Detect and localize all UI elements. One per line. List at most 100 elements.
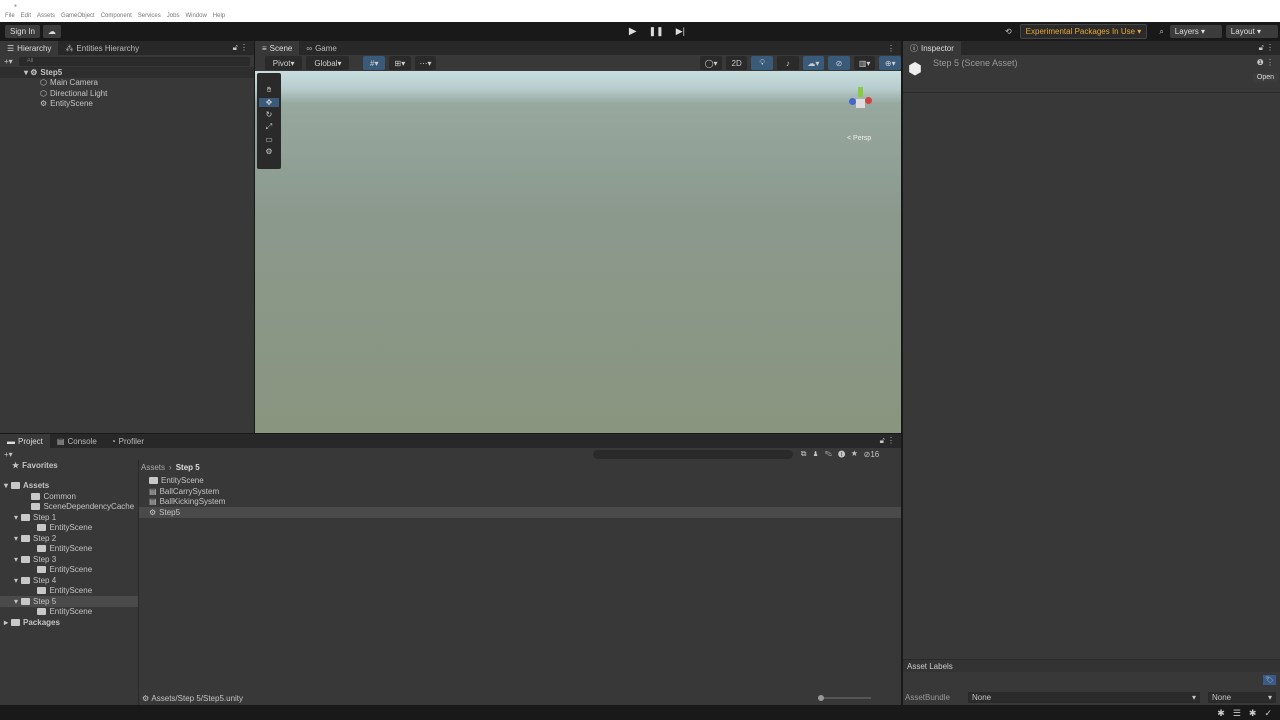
hierarchy-search-input[interactable]	[18, 56, 250, 66]
project-search-input[interactable]	[592, 449, 793, 459]
favorites-item[interactable]: ★ Favorites	[0, 460, 138, 471]
breadcrumb-step5[interactable]: Step 5	[176, 463, 200, 472]
persp-label[interactable]: < Persp	[847, 135, 871, 142]
project-tree-item[interactable]: ▾ Step 5	[0, 596, 138, 607]
scene-viewport[interactable]: ✋︎ ✥ ↻ ⤢ ▭ ⚙ < Persp	[255, 71, 901, 433]
debug-icon[interactable]: ✱	[1249, 708, 1257, 719]
step-icon[interactable]: ▶|	[676, 26, 685, 37]
menu-window[interactable]: Window	[185, 13, 206, 20]
orientation-gizmo[interactable]	[845, 87, 875, 117]
hierarchy-item[interactable]: ⬡ Main Camera	[0, 78, 254, 89]
tab-game[interactable]: ∞ Game	[299, 41, 344, 55]
menu-services[interactable]: Services	[138, 13, 161, 20]
hierarchy-item[interactable]: ⬡ Directional Light	[0, 88, 254, 99]
project-tree-item[interactable]: EntityScene	[0, 565, 138, 576]
mode-2d-button[interactable]: 2D	[725, 56, 748, 70]
hand-tool-icon[interactable]: ✋︎	[267, 85, 272, 95]
project-tree-item[interactable]: EntityScene	[0, 523, 138, 534]
menu-component[interactable]: Component	[101, 13, 132, 20]
audio-icon[interactable]: ♪	[777, 56, 799, 70]
tab-console[interactable]: ▤ Console	[50, 434, 104, 448]
play-icon[interactable]: ▶	[629, 26, 637, 37]
project-tree-item[interactable]: ▾ Step 2	[0, 533, 138, 544]
add-icon[interactable]: +▾	[4, 450, 13, 459]
project-tree-item[interactable]: ▾ Step 3	[0, 554, 138, 565]
tab-label: Project	[18, 436, 43, 446]
menu-assets[interactable]: Assets	[37, 13, 55, 20]
menu-help[interactable]: Help	[213, 13, 225, 20]
cloud-icon[interactable]: ☁	[42, 25, 61, 38]
menu-file[interactable]: File	[5, 13, 15, 20]
hidden-icon[interactable]: ⊘	[828, 56, 850, 70]
scene-file-icon: ⚙	[142, 693, 150, 703]
project-file[interactable]: ▤ BallKickingSystem	[139, 497, 901, 508]
breadcrumb-assets[interactable]: Assets	[141, 463, 165, 472]
packages-item[interactable]: ▸ Packages	[0, 617, 138, 628]
tab-profiler[interactable]: ◔ Profiler	[104, 434, 151, 448]
project-tree-item[interactable]: SceneDependencyCache	[0, 502, 138, 513]
gizmos-icon[interactable]: ⊕▾	[879, 56, 902, 70]
menu-jobs[interactable]: Jobs	[167, 13, 180, 20]
grid-icon[interactable]: #▾	[363, 56, 386, 70]
check-icon[interactable]: ✓	[1264, 708, 1272, 719]
effects-icon[interactable]: ☁▾	[802, 56, 825, 70]
layers-dropdown[interactable]: Layers ▾	[1169, 25, 1222, 38]
icon-size-slider[interactable]	[818, 695, 871, 701]
rotate-tool-icon[interactable]: ↻	[266, 110, 273, 119]
project-file[interactable]: EntityScene	[139, 476, 901, 487]
project-tree-item[interactable]: Common	[0, 491, 138, 502]
add-icon[interactable]: +▾	[4, 57, 13, 66]
lock-icon[interactable]: 🔓︎ ⋮	[880, 436, 895, 446]
snap-icon[interactable]: ⊞▾	[389, 56, 411, 70]
tab-scene[interactable]: ≡ Scene	[255, 41, 300, 55]
folder-icon	[37, 587, 47, 595]
scale-tool-icon[interactable]: ⤢	[266, 122, 272, 132]
project-tree-item[interactable]: ▾ Step 1	[0, 512, 138, 523]
menu-gameobject[interactable]: GameObject	[61, 13, 95, 20]
filter-icons[interactable]: ⧉♟✎❶★	[801, 449, 864, 459]
hidden-packages-icon[interactable]: ⊘16	[864, 450, 880, 459]
assets-item[interactable]: ▾ Assets	[0, 481, 138, 492]
scene-row[interactable]: ▾ ⚙ Step5	[0, 67, 254, 78]
global-dropdown[interactable]: Global ▾	[306, 56, 350, 70]
lock-icon[interactable]: 🔓︎ ⋮	[233, 43, 248, 53]
project-tree-item[interactable]: EntityScene	[0, 607, 138, 618]
variant-dropdown[interactable]: None ▾	[1208, 691, 1276, 703]
project-file[interactable]: ⚙ Step5	[139, 507, 901, 518]
history-icon[interactable]: ⟲	[1005, 27, 1012, 36]
help-icon[interactable]: ❶ ⋮	[1257, 58, 1274, 67]
pause-icon[interactable]: ❚❚	[649, 26, 664, 37]
pivot-dropdown[interactable]: Pivot ▾	[265, 56, 303, 70]
move-tool-icon[interactable]: ✥	[259, 98, 279, 107]
folder-icon	[21, 555, 31, 563]
project-tree-item[interactable]: EntityScene	[0, 586, 138, 597]
lighting-icon[interactable]: 💡︎	[751, 56, 774, 70]
tab-project[interactable]: ▬ Project	[0, 434, 50, 448]
tab-entities-hierarchy[interactable]: ⁂ Entities Hierarchy	[58, 41, 146, 55]
tab-hierarchy[interactable]: ☰ Hierarchy	[0, 41, 59, 55]
rect-tool-icon[interactable]: ▭	[265, 135, 273, 144]
item-label: Step 4	[33, 575, 57, 585]
hierarchy-tabs: ☰ Hierarchy ⁂ Entities Hierarchy 🔓︎ ⋮	[0, 41, 254, 55]
hierarchy-item[interactable]: ⚙ EntityScene	[0, 99, 254, 110]
more-icon[interactable]: ⋮	[887, 44, 895, 53]
project-tree-item[interactable]: EntityScene	[0, 544, 138, 555]
database-icon[interactable]: ☰	[1233, 708, 1241, 719]
bug-icon[interactable]: ✱	[1217, 708, 1225, 719]
shading-icon[interactable]: ◯▾	[700, 56, 722, 70]
sign-in-button[interactable]: Sign In	[5, 25, 40, 38]
lock-icon[interactable]: 🔓︎ ⋮	[1259, 43, 1274, 53]
camera-icon[interactable]: ▥▾	[853, 56, 876, 70]
project-file[interactable]: ▤ BallCarrySystem	[139, 486, 901, 497]
transform-tool-icon[interactable]: ⚙	[265, 147, 272, 156]
tab-inspector[interactable]: ⓘ Inspector	[903, 41, 961, 55]
increment-icon[interactable]: ⋯▾	[414, 56, 437, 70]
layout-dropdown[interactable]: Layout ▾	[1225, 25, 1278, 38]
experimental-packages-dropdown[interactable]: Experimental Packages In Use ▾	[1019, 24, 1148, 39]
label-tag-icon[interactable]: 🏷︎	[1263, 675, 1276, 685]
search-icon[interactable]: ⌕	[1159, 27, 1163, 37]
project-tree-item[interactable]: ▾ Step 4	[0, 575, 138, 586]
open-button[interactable]: Open	[1252, 73, 1278, 82]
menu-edit[interactable]: Edit	[21, 13, 31, 20]
asset-bundle-dropdown[interactable]: None ▾	[968, 691, 1200, 703]
